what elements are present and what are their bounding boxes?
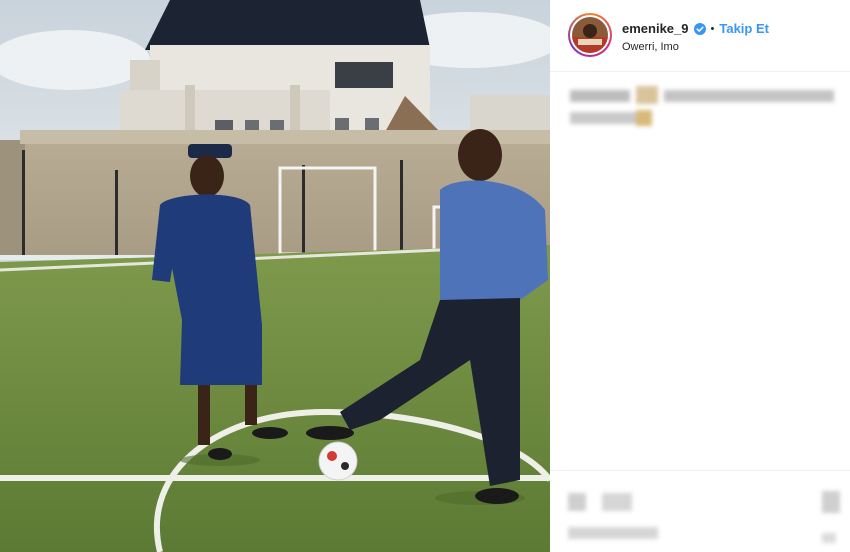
avatar-image xyxy=(572,17,608,53)
post-header: emenike_9 • Takip Et Owerri, Imo xyxy=(550,0,850,72)
follow-button[interactable]: Takip Et xyxy=(719,21,769,37)
user-line: emenike_9 • Takip Et xyxy=(622,21,769,37)
verified-badge-icon xyxy=(693,23,706,35)
blurred-caption xyxy=(570,82,850,142)
username-link[interactable]: emenike_9 xyxy=(622,21,689,37)
post-photo[interactable] xyxy=(0,0,550,552)
separator-dot: • xyxy=(710,23,715,35)
blurred-actions xyxy=(550,471,850,552)
location-link[interactable]: Owerri, Imo xyxy=(622,40,679,54)
avatar-photo xyxy=(572,17,608,53)
avatar-ring xyxy=(570,15,610,55)
football-field-photo xyxy=(0,0,550,552)
post-side-panel: emenike_9 • Takip Et Owerri, Imo xyxy=(550,0,850,552)
avatar[interactable] xyxy=(568,13,612,57)
blurred-actions-area xyxy=(550,470,850,552)
instagram-post: emenike_9 • Takip Et Owerri, Imo xyxy=(0,0,850,552)
